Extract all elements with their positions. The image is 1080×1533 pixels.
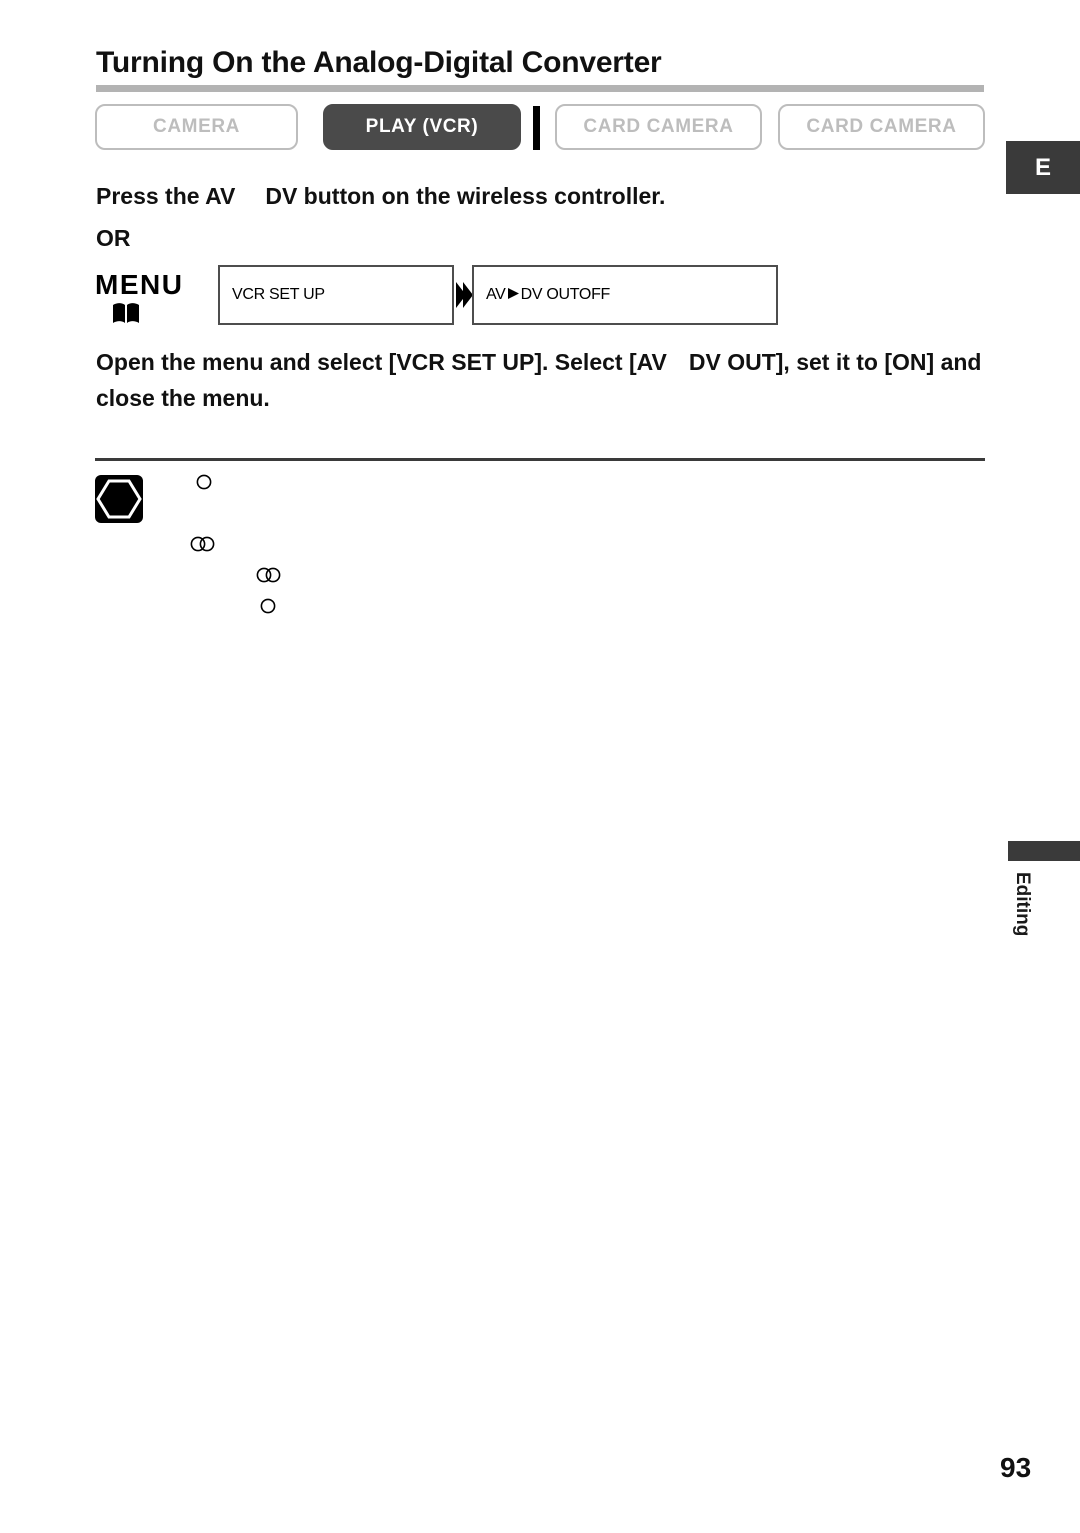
book-icon [112, 302, 140, 324]
notes-divider-rule [95, 458, 985, 461]
mode-button-card-camera-2[interactable]: CARD CAMERA [778, 104, 985, 150]
mode-button-bar: CAMERA PLAY (VCR) CARD CAMERA CARD CAMER… [95, 104, 985, 152]
notes-hexagon-icon [95, 475, 143, 523]
lcd-dv-out-label: DV OUT [520, 286, 580, 303]
mode-button-play-vcr-label: PLAY (VCR) [365, 116, 479, 137]
mode-button-card-camera-2-label: CARD CAMERA [806, 116, 957, 137]
mode-button-card-camera-1[interactable]: CARD CAMERA [555, 104, 762, 150]
language-tab-e[interactable]: E [1006, 141, 1080, 194]
language-tab-e-label: E [1034, 153, 1051, 181]
lcd-menu-box-av-dv-out-text: AV DV OUTOFF [486, 286, 610, 304]
title-underline-rule [96, 85, 984, 92]
manual-page: Turning On the Analog-Digital Converter … [0, 0, 1080, 1533]
lead-instruction: Press the AV DV button on the wireless co… [96, 183, 665, 210]
av-dv-arrow-small-icon [507, 287, 520, 300]
note-bullet-single-2 [260, 598, 276, 614]
section-tab-editing: Editing [1012, 872, 1033, 937]
main-instruction-part1: Open the menu and select [VCR SET UP]. S… [96, 349, 667, 375]
lead-instruction-after: DV button on the wireless controller. [265, 183, 666, 209]
mode-button-camera[interactable]: CAMERA [95, 104, 298, 150]
mode-button-camera-label: CAMERA [153, 116, 240, 137]
lcd-av-label: AV [486, 286, 506, 303]
main-instruction-paragraph: Open the menu and select [VCR SET UP]. S… [96, 344, 996, 416]
note-bullet-double-2 [256, 567, 282, 583]
section-tab-bar [1008, 841, 1080, 861]
mode-separator [533, 106, 540, 150]
menu-label: MENU [95, 269, 184, 300]
note-bullet-double-1 [190, 536, 216, 552]
page-number: 93 [1000, 1452, 1032, 1483]
lead-instruction-before: Press the AV [96, 183, 236, 209]
note-bullet-single-1 [196, 474, 212, 490]
lcd-menu-box-vcr-set-up: VCR SET UP [218, 265, 454, 325]
mode-button-play-vcr[interactable]: PLAY (VCR) [323, 104, 521, 150]
lcd-av-dv-out-value: OFF [578, 286, 611, 303]
lcd-menu-box-vcr-set-up-text: VCR SET UP [232, 286, 325, 303]
lcd-menu-box-av-dv-out: AV DV OUTOFF [472, 265, 778, 325]
or-label: OR [96, 225, 131, 251]
chevron-right-icon [455, 281, 473, 309]
mode-button-card-camera-1-label: CARD CAMERA [583, 116, 734, 137]
page-title: Turning On the Analog-Digital Converter [96, 46, 662, 79]
